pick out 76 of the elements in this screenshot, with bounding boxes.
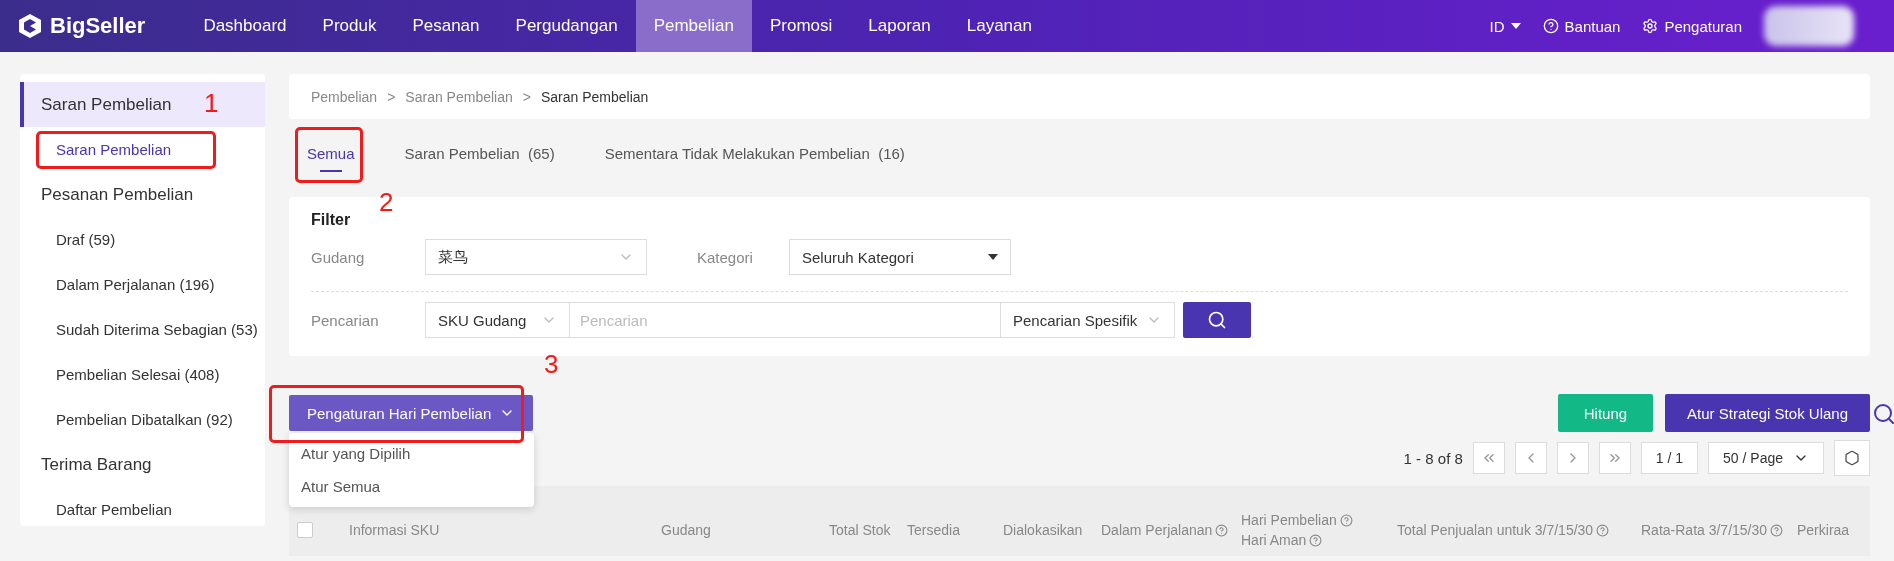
dropdown-button[interactable]: Pengaturan Hari Pembelian	[289, 395, 534, 431]
search-type-select[interactable]: SKU Gudang	[425, 302, 570, 338]
column-header: Rata-Rata 3/7/15/30	[1641, 522, 1797, 538]
checkbox[interactable]	[297, 522, 313, 538]
nav-item[interactable]: Pembelian	[635, 0, 752, 52]
sidebar-item[interactable]: Sudah Diterima Sebagian (53)	[20, 307, 265, 352]
caret-icon	[1510, 23, 1521, 29]
category-select[interactable]: Seluruh Kategori	[789, 239, 1011, 275]
nav-item[interactable]: Pesanan	[394, 0, 498, 52]
settings-button[interactable]	[1834, 440, 1870, 476]
sidebar-item[interactable]: Draf (59)	[20, 217, 265, 262]
annotation-box	[295, 126, 363, 183]
warehouse-select[interactable]: 菜鸟	[425, 239, 647, 275]
action-button[interactable]: Atur Strategi Stok Ulang	[1665, 394, 1870, 432]
logo-icon	[18, 13, 42, 39]
last-page-button[interactable]	[1598, 442, 1631, 474]
column-header: Informasi SKU	[349, 522, 441, 538]
sidebar-item[interactable]: Saran Pembelian	[20, 127, 265, 172]
help-icon	[1542, 18, 1559, 34]
next-page-button[interactable]	[1556, 442, 1589, 474]
sidebar-item[interactable]: Dalam Perjalanan (196)	[20, 262, 265, 307]
field-label: Gudang	[311, 248, 366, 266]
nav-item[interactable]: Dashboard	[185, 0, 305, 52]
menu-item[interactable]: Atur Semua	[289, 470, 534, 503]
settings-icon	[1642, 18, 1659, 34]
tab[interactable]: Saran Pembelian (65)	[404, 144, 555, 172]
field-label: Pencarian	[311, 311, 380, 329]
breadcrumb-item: Saran Pembelian	[540, 88, 649, 105]
annotation-number: 3	[544, 351, 559, 377]
column-header: Total Stok	[829, 522, 892, 538]
language-selector[interactable]: ID	[1489, 17, 1521, 35]
page-size-select[interactable]: 50 / Page	[1708, 442, 1824, 474]
breadcrumb-separator: >	[387, 88, 396, 105]
page-field[interactable]: 1 / 1	[1640, 442, 1699, 474]
annotation-number: 2	[379, 188, 394, 215]
nav-item[interactable]: Produk	[304, 0, 395, 52]
nav-item[interactable]: Promosi	[751, 0, 851, 52]
brand-name: BigSeller	[50, 13, 146, 39]
caret-icon	[988, 254, 998, 260]
sidebar-group[interactable]: Saran Pembelian 1	[20, 82, 265, 127]
column-header: Dialokasikan	[1003, 522, 1084, 538]
menu-item[interactable]: Atur yang Dipilih	[289, 437, 534, 470]
first-page-button[interactable]	[1472, 442, 1505, 474]
search-button[interactable]	[1183, 302, 1251, 338]
search-field[interactable]: Pencarian	[570, 302, 1000, 338]
breadcrumb-item[interactable]: Saran Pembelian	[405, 88, 513, 105]
column-header: Perkiraa	[1797, 522, 1851, 538]
nav-item[interactable]: Layanan	[948, 0, 1050, 52]
search-icon	[1207, 310, 1227, 330]
nav-item[interactable]: Laporan	[850, 0, 949, 52]
column-header: Dalam Perjalanan	[1101, 522, 1241, 538]
column-header: Hari Pembelian Hari Aman	[1241, 512, 1397, 548]
tab[interactable]: Sementara Tidak Melakukan Pembelian (16)	[604, 144, 905, 172]
sidebar-item[interactable]: Pembelian Selesai (408)	[20, 352, 265, 397]
search-icon[interactable]	[1872, 402, 1894, 426]
search-mode-select[interactable]: Pencarian Spesifik	[1000, 302, 1175, 338]
field-label: Kategori	[697, 248, 754, 266]
help-link[interactable]: Bantuan	[1542, 17, 1621, 35]
annotation-number: 1	[204, 90, 219, 116]
prev-page-button[interactable]	[1514, 442, 1547, 474]
breadcrumb-separator: >	[522, 88, 531, 105]
sidebar-item[interactable]: Daftar Pembelian	[20, 487, 265, 532]
column-header: Total Penjualan untuk 3/7/15/30	[1397, 522, 1641, 538]
sidebar-item[interactable]: Pembelian Dibatalkan (92)	[20, 397, 265, 442]
breadcrumb-item[interactable]: Pembelian	[311, 88, 378, 105]
sidebar-group[interactable]: Terima Barang	[20, 442, 265, 487]
result-count: 1 - 8 of 8	[1403, 449, 1463, 467]
settings-link[interactable]: Pengaturan	[1642, 17, 1742, 35]
nav-item[interactable]: Pergudangan	[497, 0, 636, 52]
filter-title: Filter	[311, 211, 352, 229]
column-header: Tersedia	[907, 522, 961, 538]
column-header: Gudang	[661, 522, 712, 538]
hexagon-icon	[1844, 450, 1860, 466]
tab[interactable]: Semua	[307, 144, 355, 172]
avatar[interactable]	[1764, 6, 1854, 46]
sidebar-group[interactable]: Pesanan Pembelian	[20, 172, 265, 217]
